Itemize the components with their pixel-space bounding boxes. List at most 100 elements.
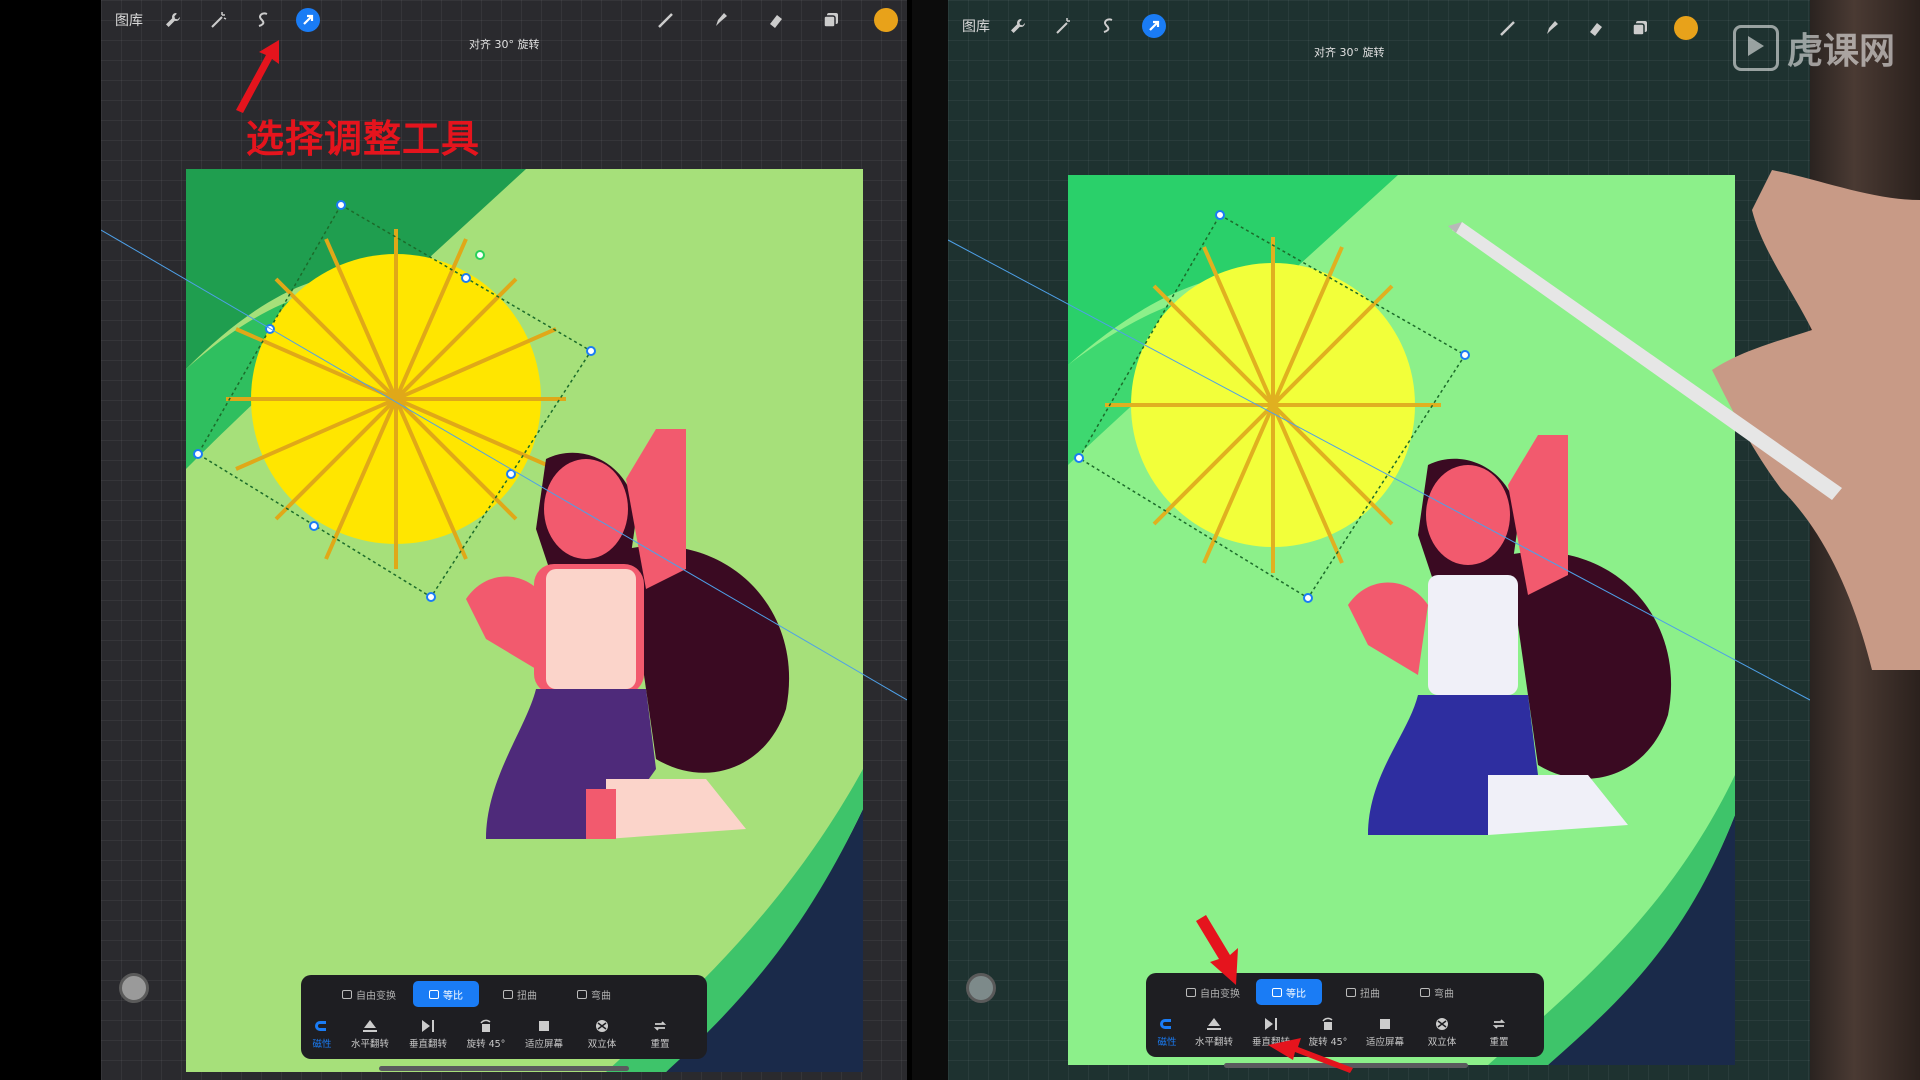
layers-icon[interactable] — [1628, 16, 1652, 40]
mode-distort[interactable]: 扭曲 — [487, 981, 553, 1007]
action-label: 双立体 — [1427, 1037, 1457, 1048]
action-label: 重置 — [1489, 1037, 1509, 1048]
wrench-icon[interactable] — [161, 8, 185, 32]
gallery-button[interactable]: 图库 — [962, 16, 990, 36]
action-label: 垂直翻转 — [1251, 1037, 1290, 1048]
ipad-screen: 图库 对齐 30° 旋转 自由变换 等比 扭曲 弯曲 磁性 水平翻转 垂直翻转 … — [948, 0, 1810, 1080]
bicubic-icon — [596, 1020, 608, 1032]
flip-horizontal-icon — [363, 1020, 377, 1032]
flip-horizontal-button[interactable]: 水平翻转 — [341, 1017, 399, 1050]
transform-mode-row: 自由变换 等比 扭曲 弯曲 — [1146, 979, 1544, 1007]
fit-screen-button[interactable]: 适应屏幕 — [515, 1017, 573, 1050]
action-label: 水平翻转 — [350, 1039, 389, 1050]
selection-icon[interactable] — [1096, 14, 1120, 38]
bicubic-button[interactable]: 双立体 — [1413, 1015, 1471, 1048]
uniform-icon — [1272, 987, 1282, 997]
fit-screen-icon — [1380, 1019, 1390, 1029]
rotate-45-button[interactable]: 旋转 45° — [1299, 1015, 1357, 1048]
brush-icon[interactable] — [654, 8, 678, 32]
rotate-45-button[interactable]: 旋转 45° — [457, 1017, 515, 1050]
magic-wand-icon[interactable] — [206, 8, 230, 32]
mode-distort[interactable]: 扭曲 — [1330, 979, 1396, 1005]
action-label: 垂直翻转 — [408, 1039, 447, 1050]
distort-icon — [503, 989, 513, 999]
illustration — [186, 169, 863, 1072]
fit-screen-button[interactable]: 适应屏幕 — [1356, 1015, 1414, 1048]
action-label: 磁性 — [1157, 1037, 1177, 1048]
sun — [226, 229, 566, 569]
mode-uniform[interactable]: 等比 — [413, 981, 479, 1007]
brush-size-slider-knob[interactable] — [119, 973, 149, 1003]
watermark-text: 虎课网 — [1786, 31, 1895, 72]
distort-icon — [1346, 987, 1356, 997]
action-label: 磁性 — [312, 1039, 332, 1050]
bicubic-button[interactable]: 双立体 — [573, 1017, 631, 1050]
color-swatch-icon[interactable] — [874, 8, 898, 32]
eraser-icon[interactable] — [764, 8, 788, 32]
mode-label: 弯曲 — [591, 990, 611, 1002]
magnet-icon — [1160, 1019, 1171, 1029]
mode-uniform[interactable]: 等比 — [1256, 979, 1322, 1005]
color-swatch-icon[interactable] — [1674, 16, 1698, 40]
snap-status-label: 对齐 30° 旋转 — [1314, 46, 1385, 59]
fit-screen-icon — [539, 1021, 549, 1031]
transform-mode-row: 自由变换 等比 扭曲 弯曲 — [301, 981, 707, 1009]
drawing-canvas[interactable] — [1068, 175, 1735, 1065]
home-indicator — [379, 1066, 629, 1071]
left-screen-recording: 图库 对齐 30° 旋转 选择调整工具 自由变换 等比 扭曲 弯曲 磁性 水平翻… — [101, 0, 907, 1080]
warp-icon — [577, 989, 587, 999]
mode-warp[interactable]: 弯曲 — [1404, 979, 1470, 1005]
transform-arrow-icon[interactable] — [1142, 14, 1166, 38]
transform-toolbar: 自由变换 等比 扭曲 弯曲 磁性 水平翻转 垂直翻转 旋转 45° 适应屏幕 双… — [1146, 973, 1544, 1057]
transform-action-row: 磁性 水平翻转 垂直翻转 旋转 45° 适应屏幕 双立体 重置 — [301, 1017, 707, 1053]
rotate-45-icon — [1322, 1017, 1333, 1030]
selection-icon[interactable] — [251, 8, 275, 32]
smudge-icon[interactable] — [709, 8, 733, 32]
annotation-text: 选择调整工具 — [246, 117, 481, 161]
flip-vertical-button[interactable]: 垂直翻转 — [399, 1017, 457, 1050]
mode-free-transform[interactable]: 自由变换 — [1170, 979, 1256, 1005]
brush-icon[interactable] — [1496, 16, 1520, 40]
action-label: 双立体 — [587, 1039, 617, 1050]
watermark: 虎课网 — [1732, 22, 1895, 74]
mode-label: 等比 — [443, 990, 463, 1002]
mode-label: 等比 — [1286, 988, 1306, 1000]
reset-button[interactable]: 重置 — [631, 1017, 689, 1050]
illustration — [1068, 175, 1735, 1065]
drawing-canvas[interactable] — [186, 169, 863, 1072]
flip-vertical-icon — [422, 1020, 434, 1032]
flip-horizontal-icon — [1207, 1018, 1221, 1030]
home-indicator — [1224, 1063, 1468, 1068]
mode-label: 扭曲 — [517, 990, 537, 1002]
eraser-icon[interactable] — [1584, 16, 1608, 40]
reset-icon — [653, 1021, 667, 1031]
top-toolbar: 图库 对齐 30° 旋转 — [101, 0, 907, 51]
top-toolbar: 图库 对齐 30° 旋转 — [948, 0, 1810, 59]
mode-free-transform[interactable]: 自由变换 — [325, 981, 413, 1007]
rotate-45-icon — [480, 1019, 491, 1032]
gallery-button[interactable]: 图库 — [115, 10, 143, 30]
snap-status-label: 对齐 30° 旋转 — [469, 38, 540, 51]
action-label: 适应屏幕 — [1365, 1037, 1404, 1048]
action-label: 水平翻转 — [1194, 1037, 1233, 1048]
flip-vertical-button[interactable]: 垂直翻转 — [1242, 1015, 1300, 1048]
transform-arrow-icon[interactable] — [296, 8, 320, 32]
ipad-bezel — [1810, 0, 1920, 1080]
mode-warp[interactable]: 弯曲 — [561, 981, 627, 1007]
magic-wand-icon[interactable] — [1051, 14, 1075, 38]
mode-label: 扭曲 — [1360, 988, 1380, 1000]
free-transform-icon — [342, 989, 352, 999]
mode-label: 弯曲 — [1434, 988, 1454, 1000]
action-label: 旋转 45° — [1308, 1037, 1348, 1048]
mode-label: 自由变换 — [1200, 988, 1240, 1000]
reset-button[interactable]: 重置 — [1470, 1015, 1528, 1048]
bicubic-icon — [1436, 1018, 1448, 1030]
transform-toolbar: 自由变换 等比 扭曲 弯曲 磁性 水平翻转 垂直翻转 旋转 45° 适应屏幕 双… — [301, 975, 707, 1059]
layers-icon[interactable] — [819, 8, 843, 32]
brush-size-slider-knob[interactable] — [966, 973, 996, 1003]
flip-horizontal-button[interactable]: 水平翻转 — [1185, 1015, 1243, 1048]
smudge-icon[interactable] — [1540, 16, 1564, 40]
transform-action-row: 磁性 水平翻转 垂直翻转 旋转 45° 适应屏幕 双立体 重置 — [1146, 1015, 1544, 1051]
reset-icon — [1492, 1019, 1506, 1029]
wrench-icon[interactable] — [1006, 14, 1030, 38]
